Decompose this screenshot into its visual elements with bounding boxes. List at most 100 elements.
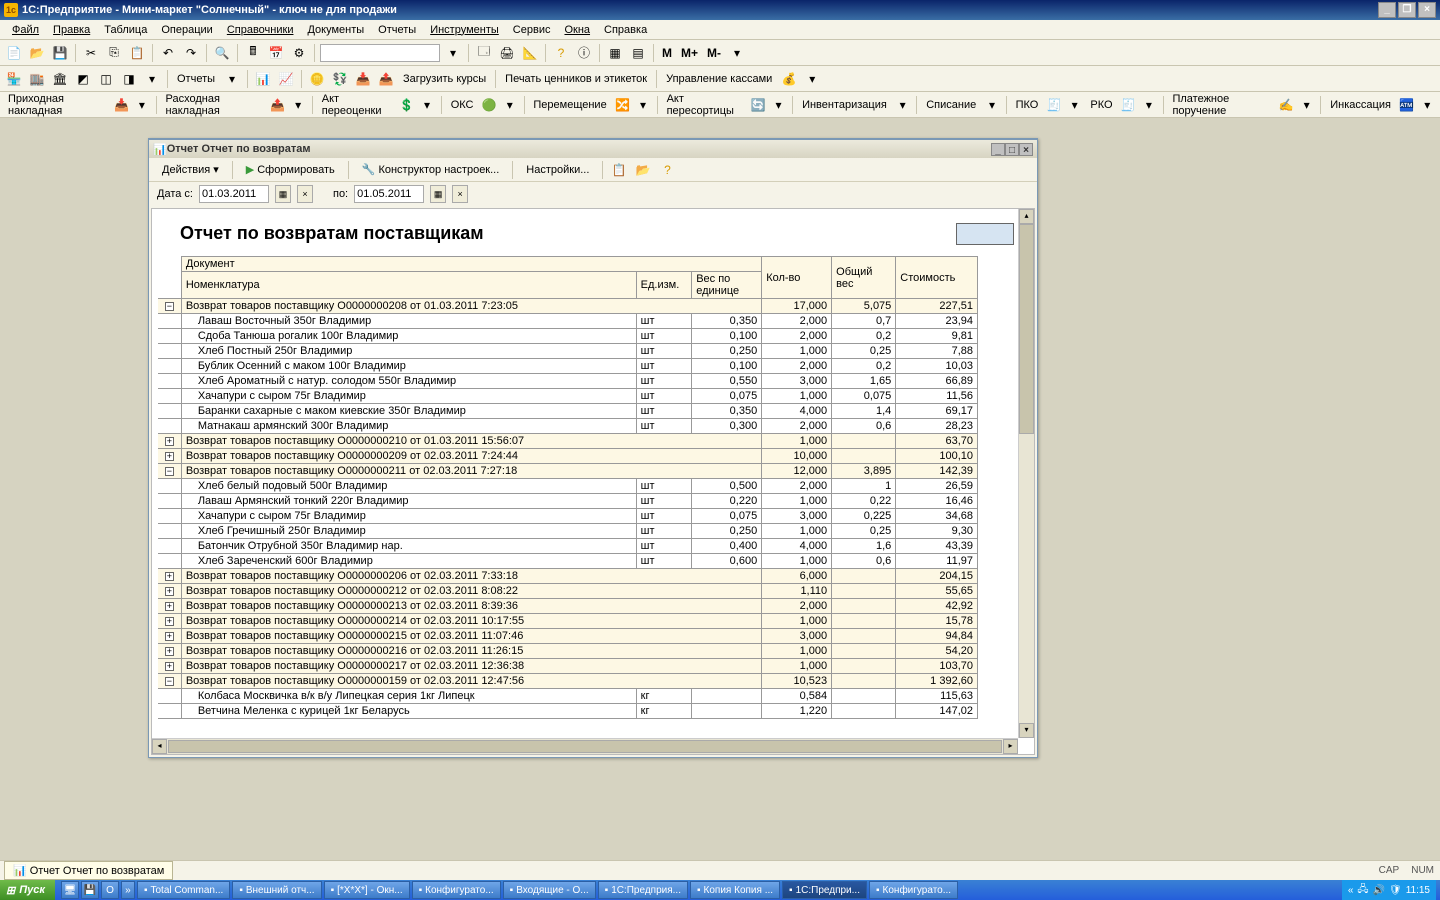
load-rates-button[interactable]: Загрузить курсы <box>399 71 490 87</box>
print-icon[interactable]: 🖨 <box>497 43 517 63</box>
tb2-6-icon[interactable]: ◨ <box>119 69 139 89</box>
open-icon[interactable]: 📂 <box>27 43 47 63</box>
out-invoice-button[interactable]: Расходная накладная <box>162 91 266 119</box>
taskbar-item[interactable]: ▪Конфигурато... <box>412 881 501 899</box>
paste-icon[interactable]: 📋 <box>127 43 147 63</box>
dd2-icon[interactable]: ▾ <box>289 95 307 115</box>
child-minimize-button[interactable]: _ <box>991 143 1005 156</box>
help-icon[interactable]: ? <box>551 43 571 63</box>
detail-row[interactable]: Хлеб Зареченский 600г Владимиршт0,6001,0… <box>158 554 978 569</box>
writeoff-button[interactable]: Списание <box>922 97 980 113</box>
vertical-scrollbar[interactable]: ▴ ▾ <box>1018 209 1034 738</box>
group-row[interactable]: +Возврат товаров поставщику О0000000214 … <box>158 614 978 629</box>
transfer-button[interactable]: Перемещение <box>529 97 610 113</box>
cash-dropdown-icon[interactable]: ▾ <box>802 69 822 89</box>
menu-service[interactable]: Сервис <box>507 22 557 38</box>
taskbar-item[interactable]: ▪1С:Предпри... <box>782 881 867 899</box>
m-button[interactable]: M <box>659 46 675 60</box>
ql-more-icon[interactable]: » <box>121 881 135 899</box>
oks-button[interactable]: ОКС <box>447 97 478 113</box>
reports-button[interactable]: Отчеты <box>173 71 219 87</box>
detail-row[interactable]: Хачапури с сыром 75г Владимиршт0,0751,00… <box>158 389 978 404</box>
resort-button[interactable]: Акт пересортицы <box>663 91 747 119</box>
date-to-input[interactable] <box>354 185 424 203</box>
taskbar-item[interactable]: ▪Total Comman... <box>137 881 230 899</box>
taskbar-item[interactable]: ▪Конфигурато... <box>869 881 958 899</box>
detail-row[interactable]: Ветчина Меленка с курицей 1кг Беларуськг… <box>158 704 978 719</box>
dd3-icon[interactable]: ▾ <box>418 95 436 115</box>
group-row[interactable]: +Возврат товаров поставщику О0000000206 … <box>158 569 978 584</box>
new-icon[interactable]: 📄 <box>4 43 24 63</box>
menu-windows[interactable]: Окна <box>558 22 596 38</box>
minimize-button[interactable]: _ <box>1378 2 1396 18</box>
redo-icon[interactable]: ↷ <box>181 43 201 63</box>
child-tool2-icon[interactable]: 📂 <box>633 160 653 180</box>
group-row[interactable]: +Возврат товаров поставщику О0000000212 … <box>158 584 978 599</box>
transfer-icon[interactable]: 🔀 <box>614 95 632 115</box>
tb2-2-icon[interactable]: 🏬 <box>27 69 47 89</box>
payment-icon[interactable]: ✍ <box>1277 95 1295 115</box>
system-tray[interactable]: « 🖧 🔊 🛡 11:15 <box>1342 880 1436 900</box>
ql-desktop-icon[interactable]: 🖥 <box>61 881 79 899</box>
taskbar-item[interactable]: ▪1С:Предприя... <box>598 881 688 899</box>
cash-mgmt-button[interactable]: Управление кассами <box>662 71 776 87</box>
group-row[interactable]: −Возврат товаров поставщику О0000000211 … <box>158 464 978 479</box>
detail-row[interactable]: Хлеб Гречишный 250г Владимиршт0,2501,000… <box>158 524 978 539</box>
tb2-3-icon[interactable]: 🏛 <box>50 69 70 89</box>
group-row[interactable]: −Возврат товаров поставщику О0000000208 … <box>158 299 978 314</box>
date-to-clear-button[interactable]: × <box>452 185 468 203</box>
col-unit[interactable]: Ед.изм. <box>636 272 692 299</box>
undo-icon[interactable]: ↶ <box>158 43 178 63</box>
tray-vol-icon[interactable]: 🔊 <box>1373 885 1385 896</box>
col-document[interactable]: Документ <box>181 257 761 272</box>
ctor-button[interactable]: 🔧 Конструктор настроек... <box>355 160 507 179</box>
dd11-icon[interactable]: ▾ <box>1298 95 1316 115</box>
resort-icon[interactable]: 🔄 <box>749 95 767 115</box>
date-from-input[interactable] <box>199 185 269 203</box>
ql-save-icon[interactable]: 💾 <box>81 881 99 899</box>
cut-icon[interactable]: ✂ <box>81 43 101 63</box>
child-tool1-icon[interactable]: 📋 <box>609 160 629 180</box>
mminus-button[interactable]: M- <box>704 46 724 60</box>
tb2-12-icon[interactable]: 📥 <box>353 69 373 89</box>
tb2-9-icon[interactable]: 📈 <box>276 69 296 89</box>
date-from-picker-icon[interactable]: ▦ <box>275 185 291 203</box>
menu-help[interactable]: Справка <box>598 22 653 38</box>
taskbar-item[interactable]: ▪Копия Копия ... <box>690 881 780 899</box>
report-area[interactable]: Отчет по возвратам поставщикам Документ … <box>151 208 1035 755</box>
menu-reports[interactable]: Отчеты <box>372 22 422 38</box>
menu-table[interactable]: Таблица <box>98 22 153 38</box>
dd6-icon[interactable]: ▾ <box>770 95 788 115</box>
calc-icon[interactable]: 🖩 <box>243 43 263 63</box>
menu-file[interactable]: Файл <box>6 22 45 38</box>
payment-button[interactable]: Платежное поручение <box>1168 91 1274 119</box>
group-row[interactable]: −Возврат товаров поставщику О0000000159 … <box>158 674 978 689</box>
menu-operations[interactable]: Операции <box>155 22 218 38</box>
menu-tools[interactable]: Инструменты <box>424 22 505 38</box>
col-qty[interactable]: Кол-во <box>762 257 832 299</box>
col-weight-unit[interactable]: Вес по единице <box>692 272 762 299</box>
detail-row[interactable]: Колбаса Москвичка в/к в/у Липецкая серия… <box>158 689 978 704</box>
tb2-1-icon[interactable]: 🏪 <box>4 69 24 89</box>
tb2-10-icon[interactable]: 🪙 <box>307 69 327 89</box>
out-invoice-icon[interactable]: 📤 <box>269 95 287 115</box>
detail-row[interactable]: Хачапури с сыром 75г Владимиршт0,0753,00… <box>158 509 978 524</box>
tb2-7-icon[interactable]: ▾ <box>142 69 162 89</box>
ql-opera-icon[interactable]: O <box>101 881 119 899</box>
horizontal-scrollbar[interactable]: ◂ ▸ <box>152 738 1018 754</box>
border-icon[interactable]: ▦ <box>605 43 625 63</box>
in-invoice-icon[interactable]: 📥 <box>113 95 131 115</box>
tray-net-icon[interactable]: 🖧 <box>1357 882 1368 899</box>
taskbar-item[interactable]: ▪Внешний отч... <box>232 881 321 899</box>
date-from-clear-button[interactable]: × <box>297 185 313 203</box>
save-icon[interactable]: 💾 <box>50 43 70 63</box>
pko-button[interactable]: ПКО <box>1012 97 1043 113</box>
tray-icon[interactable]: « <box>1348 885 1354 896</box>
detail-row[interactable]: Лаваш Восточный 350г Владимиршт0,3502,00… <box>158 314 978 329</box>
detail-row[interactable]: Хлеб белый подовый 500г Владимиршт0,5002… <box>158 479 978 494</box>
tb2-13-icon[interactable]: 📤 <box>376 69 396 89</box>
menu-edit[interactable]: Правка <box>47 22 96 38</box>
detail-row[interactable]: Матнакаш армянский 300г Владимиршт0,3002… <box>158 419 978 434</box>
dd8-icon[interactable]: ▾ <box>983 95 1001 115</box>
taskbar-item[interactable]: ▪Входящие - O... <box>503 881 596 899</box>
